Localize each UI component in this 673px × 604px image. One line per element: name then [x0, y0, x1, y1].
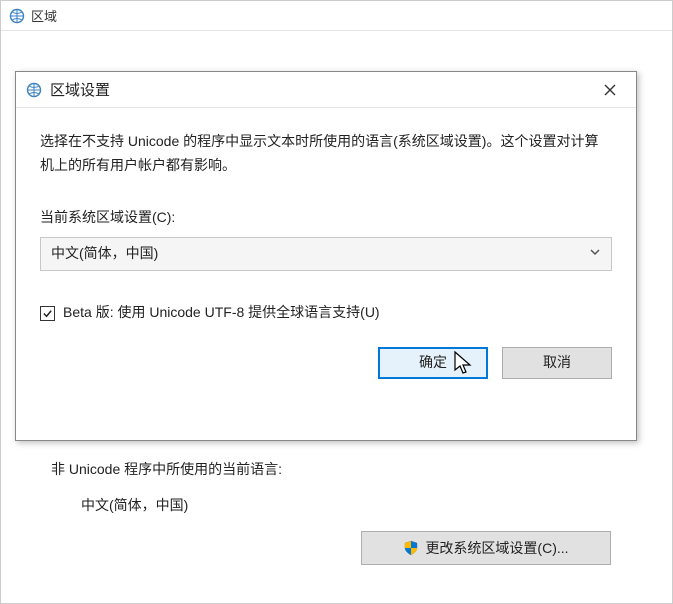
- change-system-locale-button[interactable]: 更改系统区域设置(C)...: [361, 531, 611, 565]
- utf8-checkbox-row[interactable]: Beta 版: 使用 Unicode UTF-8 提供全球语言支持(U): [40, 301, 612, 325]
- parent-body: 用的语言。 非 Unicode 程序中所使用的当前语言: 中文(简体，中国) 更…: [1, 31, 672, 603]
- ok-button[interactable]: 确定: [378, 347, 488, 379]
- chevron-down-icon: [589, 242, 601, 266]
- utf8-checkbox-label: Beta 版: 使用 Unicode UTF-8 提供全球语言支持(U): [63, 301, 380, 325]
- locale-selected-value: 中文(简体，中国): [51, 242, 158, 266]
- close-icon: [604, 84, 616, 96]
- nonunicode-language-label: 非 Unicode 程序中所使用的当前语言:: [51, 459, 642, 479]
- locale-combobox[interactable]: 中文(简体，中国): [40, 237, 612, 271]
- nonunicode-language-value: 中文(简体，中国): [81, 495, 642, 515]
- ok-button-label: 确定: [419, 351, 447, 375]
- dialog-button-row: 确定 取消: [40, 347, 612, 379]
- dialog-titlebar: 区域设置: [16, 72, 636, 108]
- globe-icon: [9, 8, 25, 24]
- close-button[interactable]: [588, 75, 632, 105]
- utf8-checkbox[interactable]: [40, 306, 55, 321]
- dialog-description: 选择在不支持 Unicode 的程序中显示文本时所使用的语言(系统区域设置)。这…: [40, 130, 612, 178]
- cancel-button[interactable]: 取消: [502, 347, 612, 379]
- parent-titlebar: 区域: [1, 1, 672, 31]
- parent-window-title: 区域: [31, 6, 57, 25]
- check-icon: [42, 308, 53, 319]
- dialog-body: 选择在不支持 Unicode 的程序中显示文本时所使用的语言(系统区域设置)。这…: [16, 108, 636, 397]
- uac-shield-icon: [403, 540, 419, 556]
- locale-label: 当前系统区域设置(C):: [40, 206, 612, 230]
- region-window: 区域 用的语言。 非 Unicode 程序中所使用的当前语言: 中文(简体，中国…: [0, 0, 673, 604]
- cancel-button-label: 取消: [543, 351, 571, 375]
- change-system-locale-label: 更改系统区域设置(C)...: [425, 538, 568, 558]
- region-settings-dialog: 区域设置 选择在不支持 Unicode 的程序中显示文本时所使用的语言(系统区域…: [15, 71, 637, 441]
- globe-icon: [26, 82, 42, 98]
- dialog-title: 区域设置: [50, 79, 580, 100]
